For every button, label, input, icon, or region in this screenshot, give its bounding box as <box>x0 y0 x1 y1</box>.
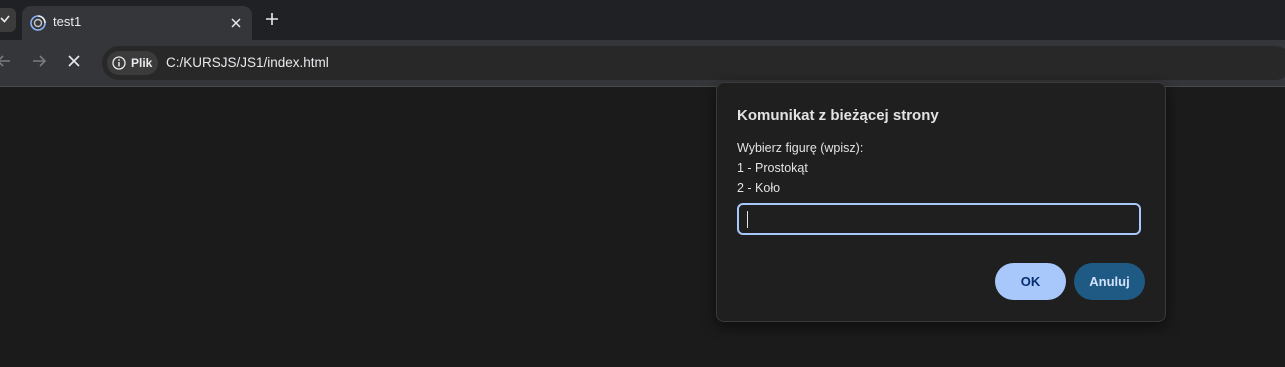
tab-favicon-icon <box>30 15 46 31</box>
dialog-message: Wybierz figurę (wpisz): 1 - Prostokąt 2 … <box>737 138 863 198</box>
ok-button[interactable]: OK <box>995 263 1066 300</box>
back-button[interactable] <box>0 53 14 73</box>
dialog-message-line: Wybierz figurę (wpisz): <box>737 141 864 155</box>
tab-strip: test1 <box>0 0 1285 40</box>
forward-arrow-icon <box>32 54 47 73</box>
url-text[interactable]: C:/KURSJS/JS1/index.html <box>166 55 329 70</box>
new-tab-button[interactable] <box>262 11 282 31</box>
cancel-button[interactable]: Anuluj <box>1074 263 1145 300</box>
close-icon[interactable] <box>228 15 244 31</box>
info-icon <box>112 56 126 70</box>
browser-toolbar: Plik C:/KURSJS/JS1/index.html <box>0 40 1285 87</box>
plus-icon <box>266 12 278 30</box>
text-caret <box>747 211 748 228</box>
stop-button[interactable] <box>64 53 84 73</box>
stop-icon <box>68 54 80 72</box>
address-bar[interactable]: Plik C:/KURSJS/JS1/index.html <box>102 46 1285 80</box>
browser-tab[interactable]: test1 <box>22 6 252 40</box>
site-info-label: Plik <box>131 56 153 70</box>
forward-button[interactable] <box>29 53 49 73</box>
chevron-down-icon <box>0 11 10 29</box>
prompt-input[interactable] <box>737 203 1141 235</box>
dialog-message-line: 2 - Koło <box>737 181 781 195</box>
dialog-title: Komunikat z bieżącej strony <box>737 107 939 124</box>
dialog-message-line: 1 - Prostokąt <box>737 161 808 175</box>
back-arrow-icon <box>0 54 11 73</box>
prompt-dialog: Komunikat z bieżącej strony Wybierz figu… <box>716 82 1166 322</box>
site-info-chip[interactable]: Plik <box>107 51 158 75</box>
tab-title: test1 <box>53 14 82 29</box>
tab-search-button[interactable] <box>0 8 16 32</box>
